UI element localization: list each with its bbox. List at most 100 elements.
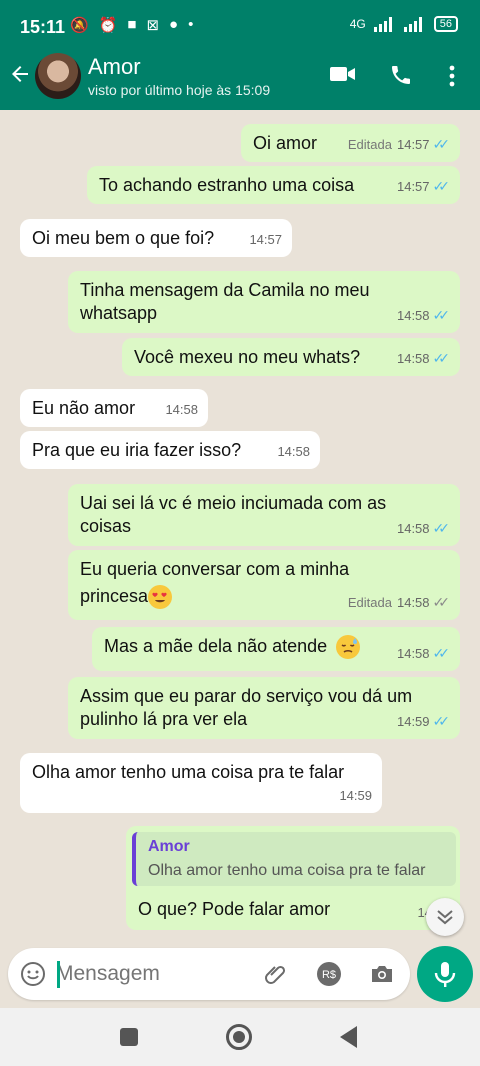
- edited-label: Editada: [347, 595, 392, 610]
- system-nav-bar: [0, 1008, 480, 1066]
- double-chevron-down-icon: [437, 910, 453, 925]
- message-text: Você mexeu no meu whats?: [134, 347, 361, 367]
- signal-icon: [373, 16, 396, 32]
- message-input[interactable]: [56, 960, 256, 988]
- message-bubble-incoming[interactable]: Oi meu bem o que foi? 14:57: [20, 219, 292, 257]
- system-back-icon[interactable]: [340, 1026, 357, 1048]
- message-bubble-incoming[interactable]: Olha amor tenho uma coisa pra te falar 1…: [20, 753, 382, 813]
- message-text: Olha amor tenho uma coisa pra te falar: [32, 762, 345, 782]
- message-text-line: princesa: [80, 586, 149, 606]
- message-meta: 14:57 ✓✓: [397, 175, 450, 198]
- last-seen-status: visto por último hoje às 15:09: [88, 82, 271, 98]
- message-bubble-outgoing[interactable]: Assim que eu parar do serviço vou dá um …: [68, 677, 460, 739]
- message-time: 14:59: [396, 714, 430, 729]
- back-arrow-icon[interactable]: [8, 62, 32, 86]
- read-ticks-icon: ✓✓: [432, 178, 451, 194]
- message-meta: 14:57: [249, 228, 282, 251]
- message-text: Mas a mãe dela não atende: [104, 636, 328, 656]
- contact-name[interactable]: Amor: [88, 54, 141, 80]
- notification-icon: ●: [169, 16, 179, 33]
- message-composer: R$: [8, 948, 410, 1000]
- message-bubble-outgoing[interactable]: Você mexeu no meu whats? 14:58 ✓✓: [122, 338, 460, 376]
- message-text-line: pulinho lá pra ver ela: [80, 709, 248, 729]
- message-meta: Editada 14:58 ✓✓: [348, 591, 450, 614]
- message-bubble-incoming[interactable]: Eu não amor 14:58: [20, 389, 208, 427]
- message-text: Oi amor: [253, 133, 318, 153]
- message-bubble-outgoing[interactable]: Tinha mensagem da Camila no meu whatsapp…: [68, 271, 460, 333]
- message-meta: 14:58: [165, 398, 198, 421]
- message-time: 14:58: [277, 444, 310, 459]
- message-bubble-outgoing[interactable]: Oi amor Editada 14:57 ✓✓: [241, 124, 460, 162]
- sad-sweat-emoji-icon: [336, 635, 361, 660]
- message-time: 14:57: [249, 232, 282, 247]
- message-meta: 14:58: [277, 440, 310, 463]
- svg-text:R$: R$: [322, 969, 336, 981]
- app-notification-icon: ⊠: [146, 17, 160, 34]
- signal-2-icon: [403, 16, 426, 32]
- network-type: 4G: [349, 17, 366, 31]
- message-text: O que? Pode falar amor: [138, 899, 331, 919]
- message-time: 14:58: [396, 308, 430, 323]
- message-meta: 14:58 ✓✓: [397, 347, 450, 370]
- message-text-line: Uai sei lá vc é meio inciumada com as: [80, 493, 387, 513]
- quoted-text: Olha amor tenho uma coisa pra te falar: [148, 862, 426, 879]
- alarm-icon: ⏰: [98, 17, 118, 34]
- message-meta: 14:59 ✓✓: [397, 710, 450, 733]
- scroll-to-bottom-button[interactable]: [426, 898, 464, 936]
- emoji-icon[interactable]: [20, 961, 46, 987]
- message-text: Pra que eu iria fazer isso?: [32, 440, 242, 460]
- read-ticks-icon: ✓✓: [432, 136, 451, 152]
- status-left-icons: 🔕 ⏰ ■ ⊠ ● •: [70, 16, 193, 34]
- message-bubble-incoming[interactable]: Pra que eu iria fazer isso? 14:58: [20, 431, 320, 469]
- more-notifications-icon: •: [188, 16, 194, 33]
- status-time: 15:11: [20, 17, 66, 37]
- message-time: 14:58: [396, 646, 430, 661]
- attach-icon[interactable]: [262, 961, 288, 987]
- video-recording-icon: ■: [127, 16, 137, 33]
- home-icon[interactable]: [226, 1024, 252, 1050]
- message-time: 14:58: [396, 351, 430, 366]
- message-bubble-outgoing[interactable]: Mas a mãe dela não atende 14:58 ✓✓: [92, 627, 460, 671]
- message-text: Eu não amor: [32, 398, 136, 418]
- read-ticks-icon: ✓✓: [432, 307, 451, 323]
- video-call-icon[interactable]: [330, 64, 356, 84]
- message-text-line: Assim que eu parar do serviço vou dá um: [80, 686, 413, 706]
- chat-header: 15:11 🔕 ⏰ ■ ⊠ ● • 4G 56 Amor visto por ú…: [0, 0, 480, 110]
- message-time: 14:58: [396, 595, 430, 610]
- message-time: 14:57: [396, 137, 430, 152]
- message-text-line: coisas: [80, 516, 132, 536]
- read-ticks-icon: ✓✓: [432, 713, 451, 729]
- read-ticks-icon: ✓✓: [432, 645, 451, 661]
- message-text-line: whatsapp: [80, 303, 158, 323]
- message-text-line: Tinha mensagem da Camila no meu: [80, 280, 370, 300]
- status-bar: 15:11 🔕 ⏰ ■ ⊠ ● • 4G 56: [0, 0, 480, 52]
- microphone-icon: [434, 962, 456, 987]
- message-bubble-outgoing[interactable]: Uai sei lá vc é meio inciumada com as co…: [68, 484, 460, 546]
- message-bubble-outgoing[interactable]: To achando estranho uma coisa 14:57 ✓✓: [87, 166, 460, 204]
- message-text: Oi meu bem o que foi?: [32, 228, 215, 248]
- recent-apps-icon[interactable]: [120, 1028, 138, 1046]
- contact-avatar[interactable]: [35, 53, 81, 99]
- edited-label: Editada: [347, 137, 392, 152]
- message-meta: 14:58 ✓✓: [397, 304, 450, 327]
- text-cursor: [57, 961, 60, 988]
- payment-icon[interactable]: R$: [316, 961, 342, 987]
- message-time: 14:57: [396, 179, 430, 194]
- read-ticks-icon: ✓✓: [432, 350, 451, 366]
- message-text: To achando estranho uma coisa: [99, 175, 355, 195]
- message-time: 14:58: [165, 402, 198, 417]
- camera-icon[interactable]: [369, 961, 395, 987]
- message-meta: Editada 14:57 ✓✓: [348, 133, 450, 156]
- delivered-ticks-icon: ✓✓: [432, 594, 451, 610]
- quoted-message[interactable]: Amor Olha amor tenho uma coisa pra te fa…: [132, 832, 456, 886]
- voice-message-button[interactable]: [417, 946, 473, 1002]
- message-time: 14:58: [396, 521, 430, 536]
- battery-icon: 56: [433, 16, 458, 32]
- more-options-icon[interactable]: [444, 64, 460, 88]
- heart-eyes-emoji-icon: [148, 585, 173, 610]
- status-right-icons: 4G 56: [350, 16, 458, 32]
- message-meta: 14:59: [339, 784, 372, 807]
- voice-call-icon[interactable]: [389, 63, 413, 87]
- message-bubble-outgoing[interactable]: Eu queria conversar com a minha princesa…: [68, 550, 460, 620]
- read-ticks-icon: ✓✓: [432, 520, 451, 536]
